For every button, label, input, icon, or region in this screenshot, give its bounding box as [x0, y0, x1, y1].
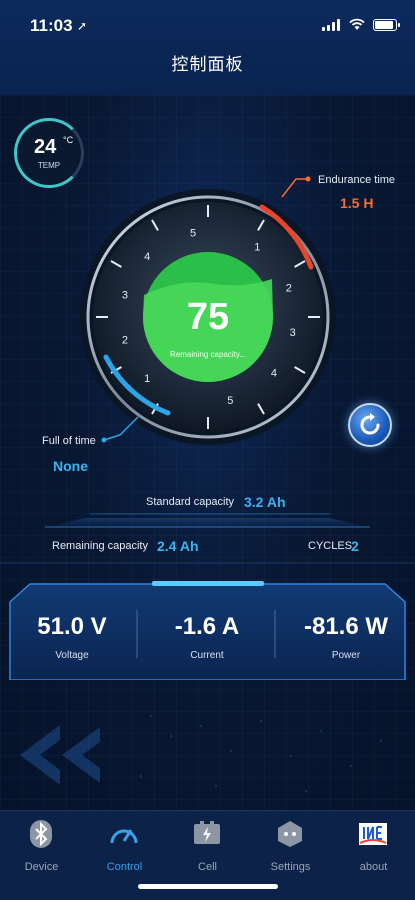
nav-item-device[interactable]: Device [0, 819, 83, 881]
metrics-panel: 51.0 V Voltage -1.6 A Current -81.6 W Po… [0, 580, 415, 680]
gauge-tick-label: 1 [254, 242, 260, 254]
standard-capacity-label: Standard capacity [146, 496, 235, 508]
page-title: 控制面板 [171, 55, 244, 74]
cycles-value: 2 [351, 538, 359, 554]
capacity-section: Standard capacity 3.2 Ah Remaining capac… [0, 490, 415, 565]
remaining-capacity-value: 2.4 Ah [157, 538, 199, 554]
gauge-tick-label: 3 [290, 327, 296, 339]
wifi-icon [349, 18, 365, 30]
nav-item-settings[interactable]: Settings [249, 819, 332, 881]
full-time-value: None [53, 458, 88, 474]
main-panel: 24 °C TEMP Endurance time 1.5 H 54321123… [0, 95, 415, 810]
gauge-tick-label: 2 [122, 334, 128, 346]
gauge-tick-label: 2 [286, 283, 292, 295]
gauge-tick-label: 4 [271, 367, 277, 379]
voltage-label: Voltage [55, 650, 89, 661]
nav-item-control[interactable]: Control [83, 819, 166, 881]
gauge-icon [110, 829, 138, 844]
header-area: 11:03 ➚ 控制面板 [0, 0, 415, 95]
remaining-capacity-label: Remaining capacity [52, 540, 148, 552]
capacity-gauge: 5 4 3 2 1 1 2 3 4 5 75 Remaining capacity... [80, 189, 336, 445]
standard-capacity-value: 3.2 Ah [244, 494, 286, 510]
gauge-tick-label: 3 [122, 290, 128, 302]
battery-cell-icon [194, 821, 220, 844]
temperature-unit: °C [63, 135, 74, 145]
status-time: 11:03 [30, 16, 73, 35]
decorative-pattern [20, 715, 382, 792]
gauge-label: Remaining capacity... [170, 350, 246, 359]
voltage-value: 51.0 V [37, 613, 107, 640]
bluetooth-icon [30, 820, 52, 848]
current-label: Current [190, 650, 224, 661]
location-arrow-icon: ➚ [77, 19, 88, 33]
full-time-label: Full of time [42, 435, 96, 447]
refresh-icon [360, 413, 380, 435]
gauge-value: 75 [187, 296, 229, 338]
battery-icon [373, 19, 400, 31]
gauge-tick-label: 4 [144, 251, 150, 263]
gauge-tick-label: 1 [144, 373, 150, 385]
endurance-label: Endurance time [318, 174, 396, 186]
current-value: -1.6 A [174, 613, 240, 640]
cellular-signal-icon [322, 19, 340, 31]
gear-nut-icon [278, 821, 302, 847]
gauge-tick-label: 5 [227, 395, 233, 407]
power-value: -81.6 W [303, 613, 389, 640]
temperature-label: TEMP [37, 161, 61, 170]
temperature-value: 24 [34, 136, 57, 158]
home-indicator [138, 884, 278, 889]
nav-item-about[interactable]: about [332, 819, 415, 881]
endurance-value: 1.5 H [340, 195, 374, 211]
gauge-tick-label: 5 [190, 227, 196, 239]
power-label: Power [331, 650, 361, 661]
refresh-button[interactable] [348, 403, 392, 447]
status-bar: 11:03 ➚ [0, 14, 415, 40]
temperature-widget: 24 °C TEMP [14, 118, 84, 188]
nav-item-cell[interactable]: Cell [166, 819, 249, 881]
cycles-label: CYCLES [308, 540, 353, 552]
brand-logo-icon [359, 823, 387, 845]
